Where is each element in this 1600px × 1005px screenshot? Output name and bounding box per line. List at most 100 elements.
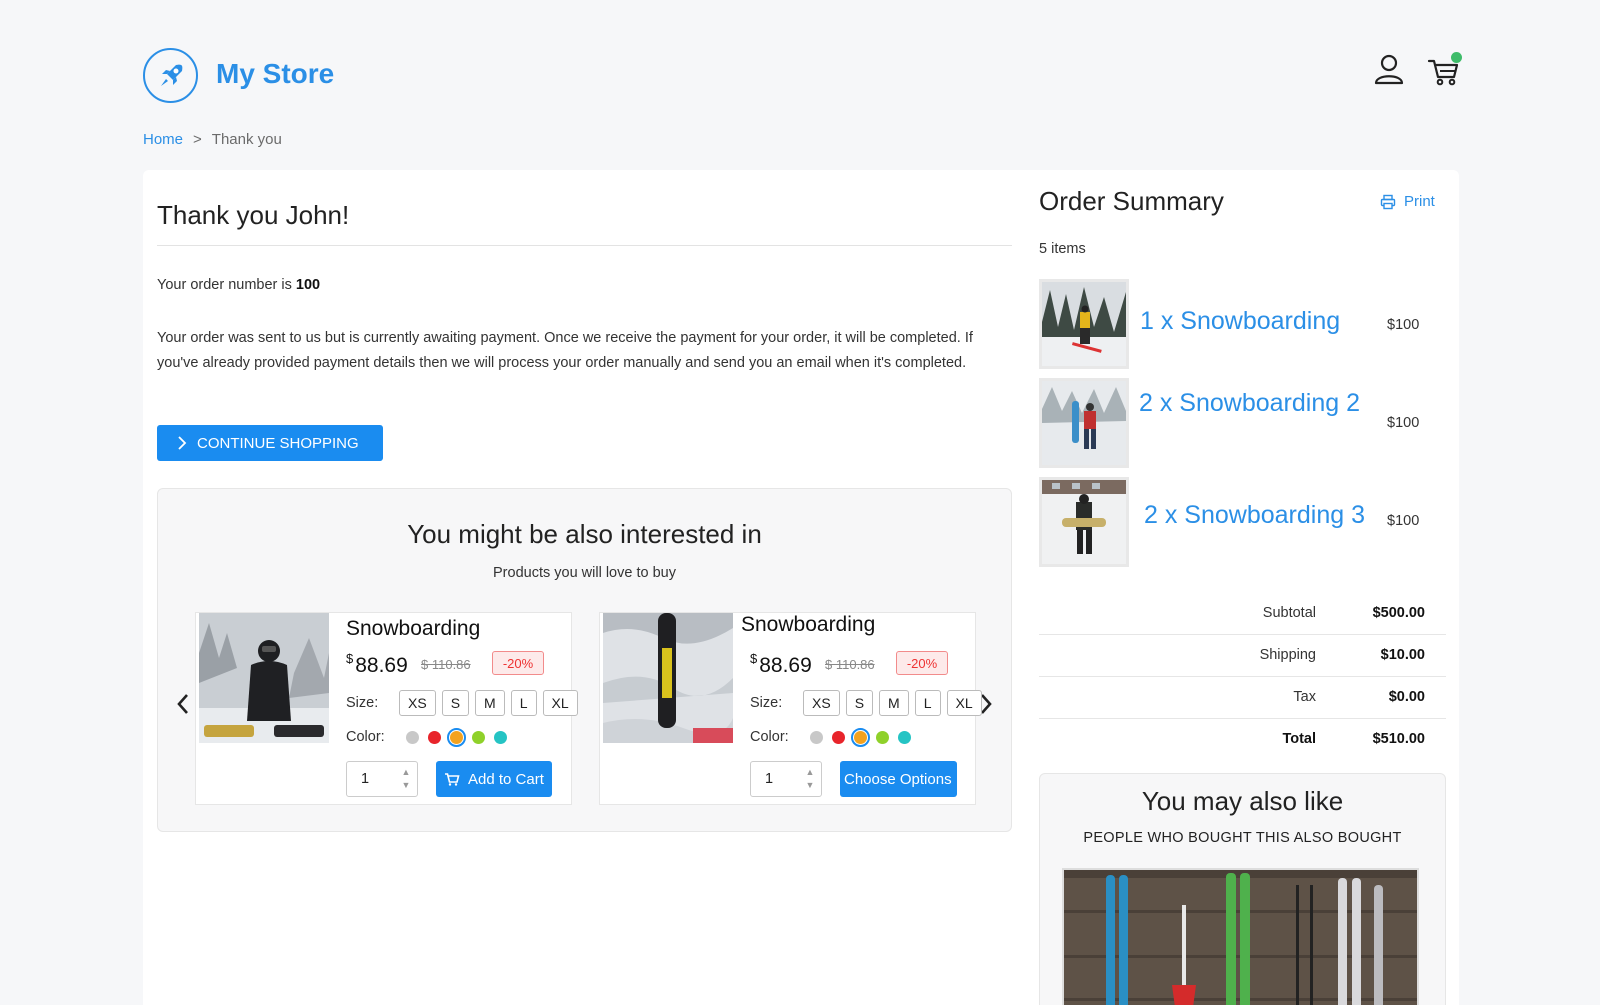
summary-item-image[interactable]	[1039, 378, 1129, 468]
summary-item-name[interactable]: 2 x Snowboarding 3	[1144, 501, 1365, 530]
color-swatch-teal[interactable]	[494, 731, 507, 744]
quantity-stepper[interactable]: 1 ▲ ▼	[346, 761, 418, 797]
quantity-spin-buttons[interactable]: ▲ ▼	[399, 766, 413, 792]
price-value: 88.69	[759, 654, 812, 677]
also-like-title: You may also like	[1141, 786, 1344, 816]
summary-item-price: $100	[1387, 317, 1420, 333]
color-swatch-orange[interactable]	[851, 728, 870, 747]
cart-notification-dot	[1451, 52, 1462, 63]
shipping-value: $10.00	[1380, 647, 1425, 663]
add-to-cart-label: Add to Cart	[468, 770, 544, 788]
size-option-xl[interactable]: XL	[946, 690, 982, 716]
summary-item: 2 x Snowboarding 3 $100	[1039, 477, 1449, 569]
tax-value: $0.00	[1388, 689, 1425, 705]
title-divider	[157, 245, 1012, 246]
items-count: 5 items	[1039, 241, 1086, 257]
shipping-row: Shipping $10.00	[1039, 635, 1446, 677]
summary-item-price: $100	[1387, 415, 1420, 431]
color-swatches	[810, 728, 911, 747]
discount-badge: -20%	[896, 651, 948, 675]
recommendations-subtitle: Products you will love to buy	[493, 565, 676, 581]
size-option-m[interactable]: M	[475, 690, 505, 716]
color-swatch-gray[interactable]	[810, 731, 823, 744]
color-swatch-green[interactable]	[876, 731, 889, 744]
size-option-xl[interactable]: XL	[542, 690, 578, 716]
size-option-l[interactable]: L	[510, 690, 537, 716]
order-number: 100	[295, 277, 321, 293]
quantity-spin-buttons[interactable]: ▲ ▼	[803, 766, 817, 792]
product-card[interactable]: Snowboarding $88.69 $ 110.86 -20% Size: …	[195, 612, 578, 805]
product-old-price: $ 110.86	[421, 657, 471, 672]
color-label: Color:	[346, 729, 385, 745]
summary-item-image[interactable]	[1039, 279, 1129, 369]
quantity-value[interactable]: 1	[361, 771, 369, 787]
store-logo[interactable]	[143, 48, 198, 103]
total-value: $510.00	[1372, 731, 1425, 747]
currency-symbol: $	[346, 651, 354, 666]
page-title: Thank you John!	[157, 200, 350, 230]
also-like-product-image[interactable]	[1062, 868, 1419, 1005]
order-number-label: Your order number is	[157, 277, 292, 293]
product-image[interactable]	[603, 613, 733, 743]
choose-options-label: Choose Options	[844, 770, 952, 788]
store-name[interactable]: My Store	[216, 58, 334, 90]
carousel-prev-arrow[interactable]	[176, 690, 190, 724]
print-button[interactable]: Print	[1380, 193, 1435, 210]
size-option-m[interactable]: M	[879, 690, 909, 716]
size-option-xs[interactable]: XS	[803, 690, 840, 716]
also-like-panel: You may also like PEOPLE WHO BOUGHT THIS…	[1039, 773, 1446, 1005]
color-swatch-orange[interactable]	[447, 728, 466, 747]
size-options: XS S M L XL	[803, 690, 982, 716]
color-swatch-red[interactable]	[832, 731, 845, 744]
subtotal-label: Subtotal	[1262, 605, 1316, 621]
product-name[interactable]: Snowboarding	[741, 613, 875, 637]
color-label: Color:	[750, 729, 789, 745]
chevron-left-icon	[177, 694, 188, 714]
order-number-line: Your order number is 100	[157, 277, 320, 293]
product-card[interactable]: Snowboarding $88.69 $ 110.86 -20% Size: …	[599, 612, 982, 805]
color-swatch-red[interactable]	[428, 731, 441, 744]
color-swatch-green[interactable]	[472, 731, 485, 744]
chevron-right-icon	[178, 436, 187, 450]
choose-options-button[interactable]: Choose Options	[840, 761, 957, 797]
summary-item: 1 x Snowboarding $100	[1039, 279, 1449, 371]
breadcrumb-home-link[interactable]: Home	[143, 131, 183, 148]
order-summary-title: Order Summary	[1039, 186, 1224, 216]
product-price: $88.69	[346, 651, 408, 678]
continue-shopping-label: CONTINUE SHOPPING	[197, 434, 359, 452]
order-status-message: Your order was sent to us but is current…	[157, 330, 973, 371]
recommendations-title: You might be also interested in	[407, 519, 762, 549]
total-label: Total	[1282, 731, 1316, 747]
product-price: $88.69	[750, 651, 812, 678]
tax-label: Tax	[1293, 689, 1316, 705]
discount-badge: -20%	[492, 651, 544, 675]
quantity-stepper[interactable]: 1 ▲ ▼	[750, 761, 822, 797]
size-option-s[interactable]: S	[845, 690, 874, 716]
continue-shopping-button[interactable]: CONTINUE SHOPPING	[157, 425, 383, 461]
currency-symbol: $	[750, 651, 758, 666]
breadcrumb: Home > Thank you	[143, 131, 282, 148]
add-to-cart-button[interactable]: Add to Cart	[436, 761, 552, 797]
summary-item-name[interactable]: 2 x Snowboarding 2	[1139, 389, 1360, 418]
price-value: 88.69	[355, 654, 408, 677]
size-option-l[interactable]: L	[914, 690, 941, 716]
product-image[interactable]	[199, 613, 329, 743]
cart-icon	[445, 773, 460, 786]
total-row: Total $510.00	[1039, 719, 1446, 761]
user-account-icon[interactable]	[1372, 52, 1406, 86]
summary-item-image[interactable]	[1039, 477, 1129, 567]
quantity-value[interactable]: 1	[765, 771, 773, 787]
product-name[interactable]: Snowboarding	[346, 617, 480, 641]
print-label: Print	[1404, 193, 1435, 210]
shipping-label: Shipping	[1259, 647, 1316, 663]
size-option-s[interactable]: S	[441, 690, 470, 716]
product-old-price: $ 110.86	[825, 657, 875, 672]
summary-item-name[interactable]: 1 x Snowboarding	[1140, 307, 1340, 336]
rocket-icon	[160, 64, 182, 86]
printer-icon	[1380, 194, 1396, 209]
color-swatches	[406, 728, 507, 747]
size-options: XS S M L XL	[399, 690, 578, 716]
color-swatch-gray[interactable]	[406, 731, 419, 744]
size-option-xs[interactable]: XS	[399, 690, 436, 716]
color-swatch-teal[interactable]	[898, 731, 911, 744]
